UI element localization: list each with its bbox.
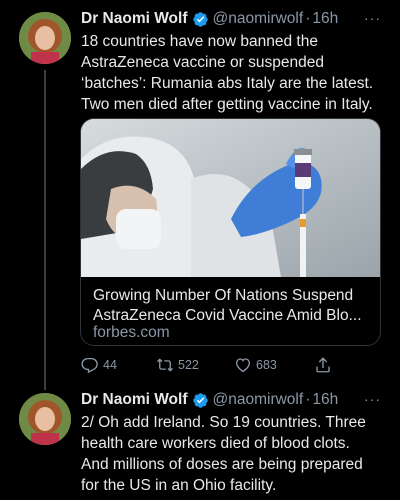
link-card[interactable]: Growing Number Of Nations Suspend AstraZ… — [80, 118, 381, 346]
author-name[interactable]: Dr Naomi Wolf — [81, 391, 188, 409]
verified-badge-icon — [192, 392, 208, 408]
tweet-text: 18 countries have now banned the AstraZe… — [81, 33, 374, 113]
reply-button[interactable]: 44 — [81, 354, 117, 376]
card-image — [81, 119, 380, 277]
avatar[interactable] — [19, 12, 71, 64]
timestamp[interactable]: 16h — [312, 10, 338, 28]
timestamp[interactable]: 16h — [312, 391, 338, 409]
verified-badge-icon — [192, 11, 208, 27]
author-handle[interactable]: @naomirwolf — [213, 391, 304, 409]
like-button[interactable]: 683 — [234, 354, 277, 376]
author-handle[interactable]: @naomirwolf — [213, 10, 304, 28]
heart-icon — [235, 358, 251, 373]
separator: · — [305, 391, 311, 408]
card-title: Growing Number Of Nations Suspend AstraZ… — [93, 287, 362, 324]
more-options-icon[interactable]: ··· — [364, 392, 382, 406]
retweet-button[interactable]: 522 — [156, 354, 199, 376]
like-count: 683 — [256, 358, 277, 372]
card-domain: forbes.com — [93, 324, 170, 341]
share-icon — [316, 357, 330, 373]
avatar[interactable] — [19, 393, 71, 445]
more-options-icon[interactable]: ··· — [364, 11, 382, 25]
share-button[interactable] — [314, 354, 336, 376]
thread-line — [44, 70, 46, 390]
tweet-header: Dr Naomi Wolf @naomirwolf · 16h — [81, 390, 338, 410]
tweet-actions: 44 522 683 — [81, 354, 381, 376]
tweet-header: Dr Naomi Wolf @naomirwolf · 16h — [81, 9, 338, 29]
separator: · — [305, 10, 311, 27]
tweet-text: 2/ Oh add Ireland. So 19 countries. Thre… — [81, 414, 366, 494]
reply-count: 44 — [103, 358, 117, 372]
reply-icon — [81, 357, 98, 374]
retweet-icon — [157, 358, 173, 372]
author-name[interactable]: Dr Naomi Wolf — [81, 10, 188, 28]
retweet-count: 522 — [178, 358, 199, 372]
